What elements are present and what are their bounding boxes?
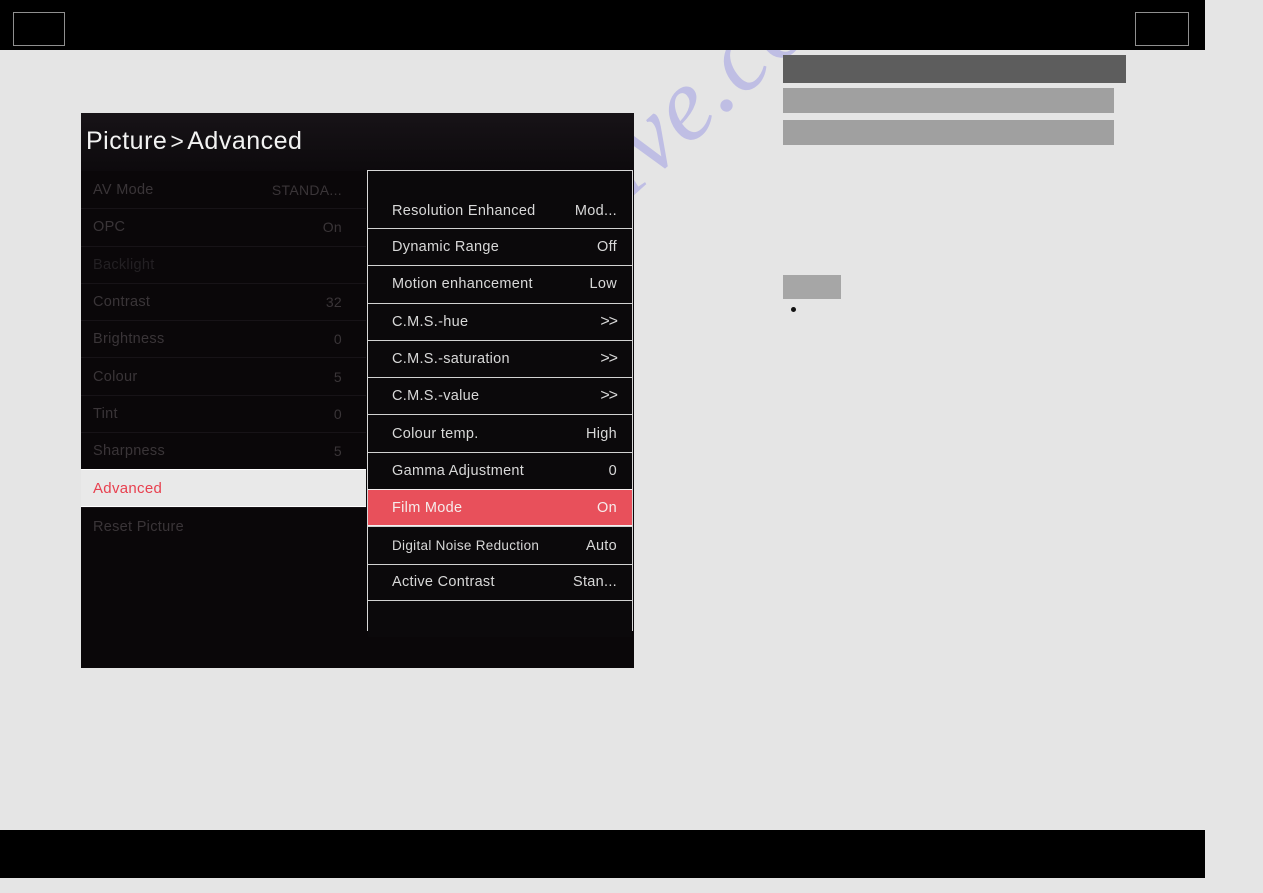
breadcrumb: Picture > Advanced <box>86 127 302 156</box>
submenu-item-value: Mod... <box>574 203 617 219</box>
submenu-item-label: Gamma Adjustment <box>392 462 525 479</box>
menu-item-label: Backlight <box>93 256 155 273</box>
submenu-item-label: Colour temp. <box>392 425 479 442</box>
top-right-placeholder-box <box>1135 12 1189 46</box>
submenu-item-label: C.M.S.-hue <box>392 313 469 330</box>
menu-item-backlight[interactable]: Backlight <box>81 245 366 283</box>
menu-item-label: Tint <box>93 405 118 422</box>
menu-item-label: Contrast <box>93 294 151 311</box>
menu-item-value: STANDA... <box>271 181 342 198</box>
submenu-item-resolution-enhanced[interactable]: Resolution Enhanced Mod... <box>368 171 632 228</box>
menu-item-value: 5 <box>333 368 342 385</box>
submenu-item-label: Dynamic Range <box>392 239 500 256</box>
menu-item-label: OPC <box>93 219 126 236</box>
left-menu-list: AV Mode STANDA... OPC On Backlight Contr… <box>81 171 366 545</box>
breadcrumb-secondary: Advanced <box>187 127 303 155</box>
submenu-item-value: High <box>585 425 617 442</box>
placeholder-bar-secondary <box>783 88 1114 113</box>
submenu-item-digital-noise-reduction[interactable]: Digital Noise Reduction Auto <box>368 526 632 564</box>
menu-item-brightness[interactable]: Brightness 0 <box>81 320 366 358</box>
cursor-dot <box>791 307 796 312</box>
bottom-bar <box>0 830 1205 878</box>
menu-item-label: Advanced <box>93 479 163 497</box>
chevron-right-icon: > <box>170 128 185 154</box>
submenu-item-label: Film Mode <box>392 499 463 516</box>
submenu-panel: Resolution Enhanced Mod... Dynamic Range… <box>367 170 633 637</box>
placeholder-bar-primary <box>783 55 1126 83</box>
submenu-item-label: Resolution Enhanced <box>392 203 536 219</box>
placeholder-bar-tertiary <box>783 120 1114 145</box>
osd-panel: Picture > Advanced AV Mode STANDA... OPC O… <box>81 113 634 668</box>
chevron-double-right-icon: >> <box>600 312 618 330</box>
menu-item-label: Brightness <box>93 331 165 348</box>
menu-item-value: 32 <box>325 294 342 311</box>
submenu-item-label: Digital Noise Reduction <box>392 538 540 554</box>
menu-item-value: 5 <box>333 443 342 460</box>
submenu-item-dynamic-range[interactable]: Dynamic Range Off <box>368 228 632 266</box>
submenu-footer-space <box>368 600 632 637</box>
submenu-item-cms-value[interactable]: C.M.S.-value >> <box>368 377 632 415</box>
menu-item-opc[interactable]: OPC On <box>81 208 366 246</box>
menu-item-contrast[interactable]: Contrast 32 <box>81 282 366 321</box>
menu-item-label: Colour <box>93 368 138 385</box>
breadcrumb-primary: Picture <box>86 127 168 155</box>
menu-item-label: Reset Picture <box>93 518 184 535</box>
submenu-item-label: C.M.S.-value <box>392 388 480 405</box>
submenu-item-gamma-adjustment[interactable]: Gamma Adjustment 0 <box>368 451 632 490</box>
submenu-item-film-mode[interactable]: Film Mode On <box>368 489 632 527</box>
submenu-item-value: On <box>597 499 617 516</box>
submenu-item-value: 0 <box>608 462 617 479</box>
menu-item-advanced[interactable]: Advanced <box>81 469 366 508</box>
menu-item-value: 0 <box>333 405 342 422</box>
menu-item-sharpness[interactable]: Sharpness 5 <box>81 432 366 470</box>
chevron-double-right-icon: >> <box>600 350 618 368</box>
placeholder-bar-small <box>783 275 841 299</box>
menu-item-value: On <box>322 219 342 236</box>
submenu-item-active-contrast[interactable]: Active Contrast Stan... <box>368 563 632 601</box>
menu-item-value: 0 <box>333 331 342 348</box>
osd-header: Picture > Advanced <box>81 113 634 171</box>
menu-item-label: AV Mode <box>93 181 154 198</box>
submenu-item-value: Off <box>597 239 617 256</box>
submenu-item-value: Auto <box>585 537 617 554</box>
top-left-placeholder-box <box>13 12 65 46</box>
submenu-item-cms-hue[interactable]: C.M.S.-hue >> <box>368 302 632 340</box>
top-bar <box>0 0 1205 50</box>
submenu-item-label: Active Contrast <box>392 574 495 591</box>
submenu-item-colour-temp[interactable]: Colour temp. High <box>368 414 632 452</box>
menu-item-av-mode[interactable]: AV Mode STANDA... <box>81 171 366 209</box>
chevron-double-right-icon: >> <box>600 387 618 405</box>
menu-item-colour[interactable]: Colour 5 <box>81 357 366 395</box>
submenu-item-label: Motion enhancement <box>392 276 533 293</box>
menu-item-label: Sharpness <box>93 443 166 460</box>
menu-item-tint[interactable]: Tint 0 <box>81 394 366 433</box>
submenu-item-cms-saturation[interactable]: C.M.S.-saturation >> <box>368 339 632 378</box>
submenu-item-value: Low <box>589 276 617 293</box>
submenu-item-value: Stan... <box>572 574 617 591</box>
submenu-item-motion-enhancement[interactable]: Motion enhancement Low <box>368 265 632 303</box>
menu-item-reset-picture[interactable]: Reset Picture <box>81 507 366 545</box>
submenu-item-label: C.M.S.-saturation <box>392 351 510 368</box>
